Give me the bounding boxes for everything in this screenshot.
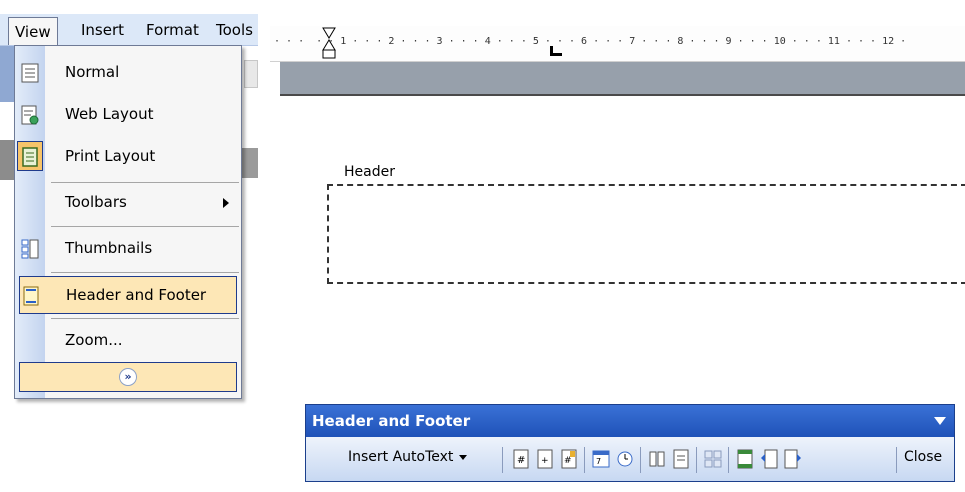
show-previous-icon[interactable]	[760, 449, 778, 469]
horizontal-ruler[interactable]: · · · · · 1 · · · 2 · · · 3 · · · 4 · · …	[270, 26, 965, 62]
indent-marker-icon[interactable]	[321, 26, 337, 62]
toolbar-edge	[0, 46, 14, 102]
toolbar-separator	[502, 447, 503, 473]
menu-tools-label: Tools	[216, 21, 253, 39]
tab-stop-icon[interactable]	[550, 46, 562, 56]
toolbar-options-icon[interactable]	[934, 417, 946, 425]
menu-item-toolbars[interactable]: Toolbars	[15, 184, 241, 222]
toolbar-separator	[896, 447, 897, 473]
chevron-double-down-icon: »	[119, 368, 137, 386]
show-next-icon[interactable]	[784, 449, 802, 469]
insert-autotext-button[interactable]: Insert AutoText	[348, 449, 468, 465]
header-footer-toolbar: Header and Footer Insert AutoText # + # …	[305, 404, 955, 482]
thumbnails-icon	[21, 239, 39, 259]
insert-date-icon[interactable]: 7	[592, 449, 610, 469]
menu-separator	[51, 272, 239, 273]
menu-view[interactable]: View	[8, 17, 58, 45]
show-hide-document-text-icon[interactable]	[672, 449, 690, 469]
header-area[interactable]	[327, 184, 965, 284]
header-footer-icon	[23, 286, 39, 306]
print-layout-icon	[22, 147, 38, 167]
menu-screenshot: View Insert Format Tools Normal Web Layo…	[0, 0, 258, 410]
toolbar-titlebar[interactable]: Header and Footer	[306, 405, 954, 437]
svg-text:#: #	[564, 456, 572, 466]
close-label: Close	[904, 449, 943, 465]
toolbar-title: Header and Footer	[312, 412, 471, 430]
switch-header-footer-icon[interactable]	[736, 449, 754, 469]
menu-item-label: Normal	[65, 63, 120, 81]
document-screenshot: · · · · · 1 · · · 2 · · · 3 · · · 4 · · …	[270, 0, 965, 492]
menu-item-thumbnails[interactable]: Thumbnails	[15, 230, 241, 268]
menu-tools[interactable]: Tools	[216, 21, 253, 39]
page-setup-icon[interactable]	[648, 449, 666, 469]
menu-separator	[51, 318, 239, 319]
close-button[interactable]: Close	[904, 449, 942, 465]
menu-item-label: Toolbars	[65, 193, 127, 211]
svg-text:7: 7	[596, 457, 601, 466]
menu-item-web-layout[interactable]: Web Layout	[15, 96, 241, 134]
menu-insert-label: Insert	[81, 21, 125, 39]
menu-insert[interactable]: Insert	[81, 21, 124, 39]
link-to-previous-icon[interactable]	[704, 449, 722, 469]
menu-format-label: Format	[146, 21, 199, 39]
svg-text:+: +	[541, 456, 549, 466]
toolbar-body: Insert AutoText # + # 7 Close	[306, 437, 954, 481]
svg-text:#: #	[517, 455, 525, 466]
menu-item-label: Web Layout	[65, 105, 154, 123]
insert-number-of-pages-icon[interactable]: +	[536, 449, 554, 469]
format-page-number-icon[interactable]: #	[560, 449, 578, 469]
insert-page-number-icon[interactable]: #	[512, 449, 530, 469]
menu-separator	[51, 182, 239, 183]
insert-time-icon[interactable]	[616, 449, 634, 469]
menu-item-zoom[interactable]: Zoom...	[15, 322, 241, 360]
view-menu-dropdown: Normal Web Layout Print Layout Toolbars	[14, 45, 242, 399]
menu-item-header-and-footer[interactable]: Header and Footer	[19, 276, 237, 314]
menu-item-normal[interactable]: Normal	[15, 54, 241, 92]
web-layout-icon	[21, 105, 39, 125]
toolbar-edge	[244, 60, 258, 88]
submenu-arrow-icon	[223, 198, 229, 208]
menu-bar: View Insert Format Tools	[0, 14, 258, 46]
dropdown-caret-icon	[459, 454, 468, 460]
page-gap-area	[280, 62, 965, 96]
toolbar-separator	[728, 447, 729, 473]
menu-item-label: Thumbnails	[65, 239, 153, 257]
toolbar-separator	[584, 447, 585, 473]
toolbar-edge	[0, 140, 14, 180]
menu-format[interactable]: Format	[146, 21, 199, 39]
header-label: Header	[341, 164, 398, 180]
toolbar-separator	[696, 447, 697, 473]
menu-item-label: Print Layout	[65, 147, 156, 165]
menu-item-print-layout[interactable]: Print Layout	[15, 138, 241, 176]
menu-view-label: View	[15, 23, 51, 41]
ruler-ticks: · · · · · 1 · · · 2 · · · 3 · · · 4 · · …	[274, 36, 907, 47]
menu-item-label: Header and Footer	[66, 286, 207, 304]
toolbar-separator	[640, 447, 641, 473]
normal-view-icon	[21, 63, 39, 83]
menu-expand-button[interactable]: »	[19, 362, 237, 392]
insert-autotext-label: Insert AutoText	[348, 449, 454, 465]
menu-separator	[51, 226, 239, 227]
menu-item-label: Zoom...	[65, 331, 123, 349]
toolbar-edge	[240, 148, 258, 178]
